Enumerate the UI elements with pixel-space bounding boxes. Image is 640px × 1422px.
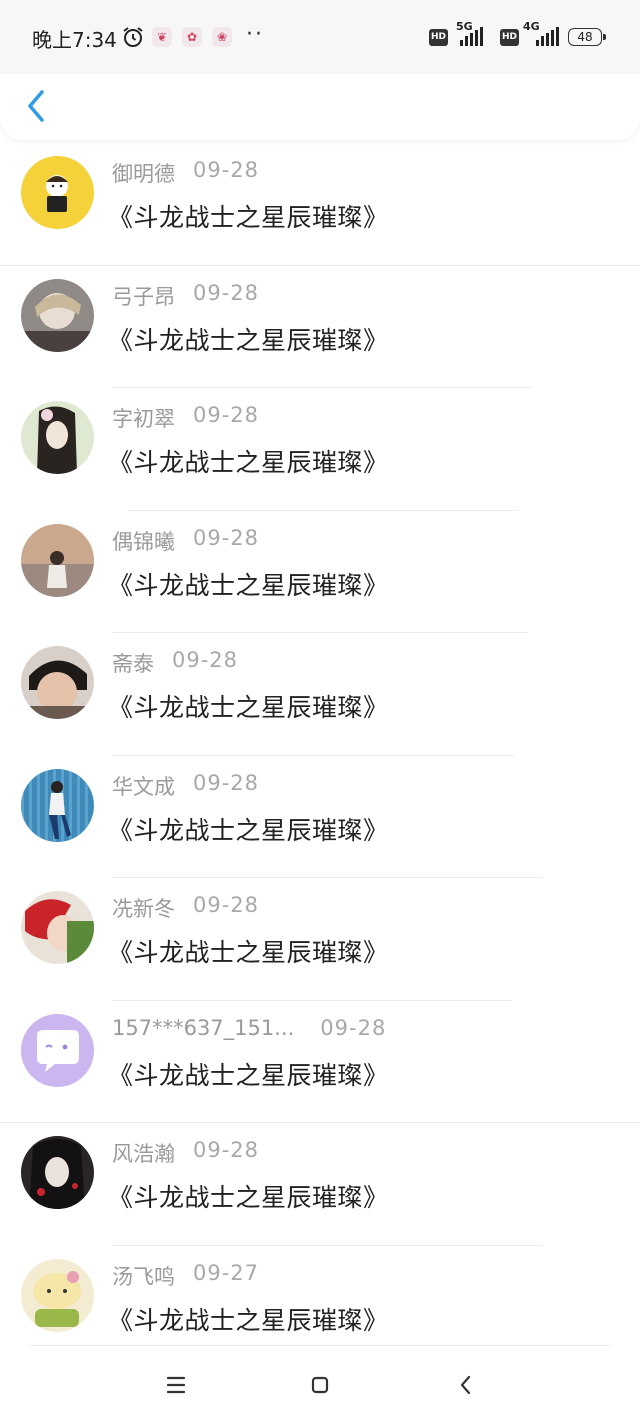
date: 09-28 — [172, 648, 239, 672]
list-item[interactable]: 157***637_151... 09-28 《斗龙战士之星辰璀璨》 — [0, 999, 640, 1123]
menu-icon[interactable] — [161, 1370, 191, 1400]
avatar[interactable] — [21, 401, 94, 474]
list-item[interactable]: 御明德 09-28 《斗龙战士之星辰璀璨》 — [0, 142, 640, 265]
name-row: 偶锦曦 09-28 — [112, 526, 259, 556]
list-item[interactable]: 华文成 09-28 《斗龙战士之星辰璀璨》 — [0, 754, 640, 878]
date: 09-28 — [193, 1138, 260, 1162]
avatar[interactable] — [21, 523, 94, 597]
avatar[interactable] — [21, 768, 94, 842]
app-notification-icon: ✿ — [182, 27, 202, 47]
work-title: 《斗龙战士之星辰璀璨》 — [108, 693, 389, 722]
work-title: 《斗龙战士之星辰璀璨》 — [108, 570, 389, 600]
user-name: 御明德 — [112, 162, 175, 186]
work-title: 《斗龙战士之星辰璀璨》 — [108, 448, 389, 477]
user-name: 华文成 — [112, 774, 175, 799]
divider — [0, 1122, 640, 1123]
user-name: 斋泰 — [112, 652, 154, 676]
divider — [112, 1244, 542, 1246]
hd-badge: HD — [500, 29, 519, 46]
date: 09-28 — [193, 403, 260, 427]
name-row: 157***637_151... 09-28 — [112, 1016, 386, 1046]
divider — [30, 1345, 610, 1346]
avatar[interactable] — [21, 1136, 94, 1209]
avatar[interactable] — [21, 1258, 94, 1332]
work-title: 《斗龙战士之星辰璀璨》 — [108, 325, 389, 355]
app-notification-icon: ❀ — [212, 27, 232, 47]
signal-strength-icon — [460, 26, 483, 46]
work-title: 《斗龙战士之星辰璀璨》 — [108, 938, 389, 967]
app-notification-icon: ❦ — [152, 27, 172, 47]
home-square-icon[interactable] — [305, 1370, 335, 1400]
battery-indicator: 48 — [568, 28, 606, 46]
divider — [112, 387, 532, 388]
name-row: 御明德 09-28 — [112, 158, 259, 188]
work-title: 《斗龙战士之星辰璀璨》 — [108, 1305, 389, 1335]
user-name: 157***637_151... — [112, 1015, 295, 1040]
top-nav-bar — [0, 74, 640, 140]
divider — [0, 264, 640, 266]
avatar[interactable] — [21, 891, 94, 964]
list-item[interactable]: 风浩瀚 09-28 《斗龙战士之星辰璀璨》 — [0, 1122, 640, 1245]
user-name: 冼新冬 — [112, 897, 175, 921]
name-row: 汤飞鸣 09-27 — [112, 1261, 259, 1291]
date: 09-28 — [193, 158, 260, 182]
list-item[interactable]: 斋泰 09-28 《斗龙战士之星辰璀璨》 — [0, 632, 640, 755]
signal-strength-icon — [536, 26, 559, 46]
avatar[interactable] — [21, 646, 94, 719]
work-title: 《斗龙战士之星辰璀璨》 — [108, 1060, 389, 1090]
user-list: 御明德 09-28 《斗龙战士之星辰璀璨》 弓子昂 09-28 《斗龙战士之星辰… — [0, 142, 640, 1367]
work-title: 《斗龙战士之星辰璀璨》 — [108, 203, 389, 232]
date: 09-28 — [193, 770, 260, 795]
date: 09-28 — [320, 1015, 387, 1040]
more-notifications-indicator: ·· — [246, 22, 264, 47]
avatar[interactable] — [21, 156, 94, 229]
status-bar: 晚上7:34 ❦ ✿ ❀ ·· HD 5G HD 4G 48 — [0, 0, 640, 74]
user-name: 字初翠 — [112, 407, 175, 431]
user-name: 偶锦曦 — [112, 529, 175, 554]
list-item[interactable]: 冼新冬 09-28 《斗龙战士之星辰璀璨》 — [0, 877, 640, 1000]
list-item[interactable]: 弓子昂 09-28 《斗龙战士之星辰璀璨》 — [0, 264, 640, 388]
alarm-clock-icon — [123, 27, 143, 47]
date: 09-28 — [193, 525, 260, 550]
user-name: 风浩瀚 — [112, 1142, 175, 1166]
name-row: 风浩瀚 09-28 — [112, 1138, 259, 1168]
name-row: 斋泰 09-28 — [112, 648, 238, 678]
status-time: 晚上7:34 — [32, 28, 117, 52]
date: 09-28 — [193, 893, 260, 917]
avatar[interactable] — [21, 1013, 94, 1087]
name-row: 字初翠 09-28 — [112, 403, 259, 433]
back-triangle-icon[interactable] — [451, 1370, 481, 1400]
hd-badge: HD — [429, 29, 448, 46]
avatar[interactable] — [21, 278, 94, 352]
chevron-left-icon[interactable] — [18, 84, 54, 128]
system-nav-bar — [0, 1345, 640, 1422]
name-row: 冼新冬 09-28 — [112, 893, 259, 923]
list-item[interactable]: 偶锦曦 09-28 《斗龙战士之星辰璀璨》 — [0, 509, 640, 633]
name-row: 弓子昂 09-28 — [112, 281, 259, 311]
list-item[interactable]: 字初翠 09-28 《斗龙战士之星辰璀璨》 — [0, 387, 640, 510]
divider — [128, 509, 518, 511]
user-name: 弓子昂 — [112, 284, 175, 309]
work-title: 《斗龙战士之星辰璀璨》 — [108, 1183, 389, 1212]
divider — [112, 632, 528, 633]
date: 09-27 — [193, 1260, 260, 1285]
work-title: 《斗龙战士之星辰璀璨》 — [108, 815, 389, 845]
divider — [112, 999, 512, 1001]
date: 09-28 — [193, 280, 260, 305]
user-name: 汤飞鸣 — [112, 1264, 175, 1289]
divider — [112, 754, 514, 756]
divider — [112, 877, 542, 878]
name-row: 华文成 09-28 — [112, 771, 259, 801]
